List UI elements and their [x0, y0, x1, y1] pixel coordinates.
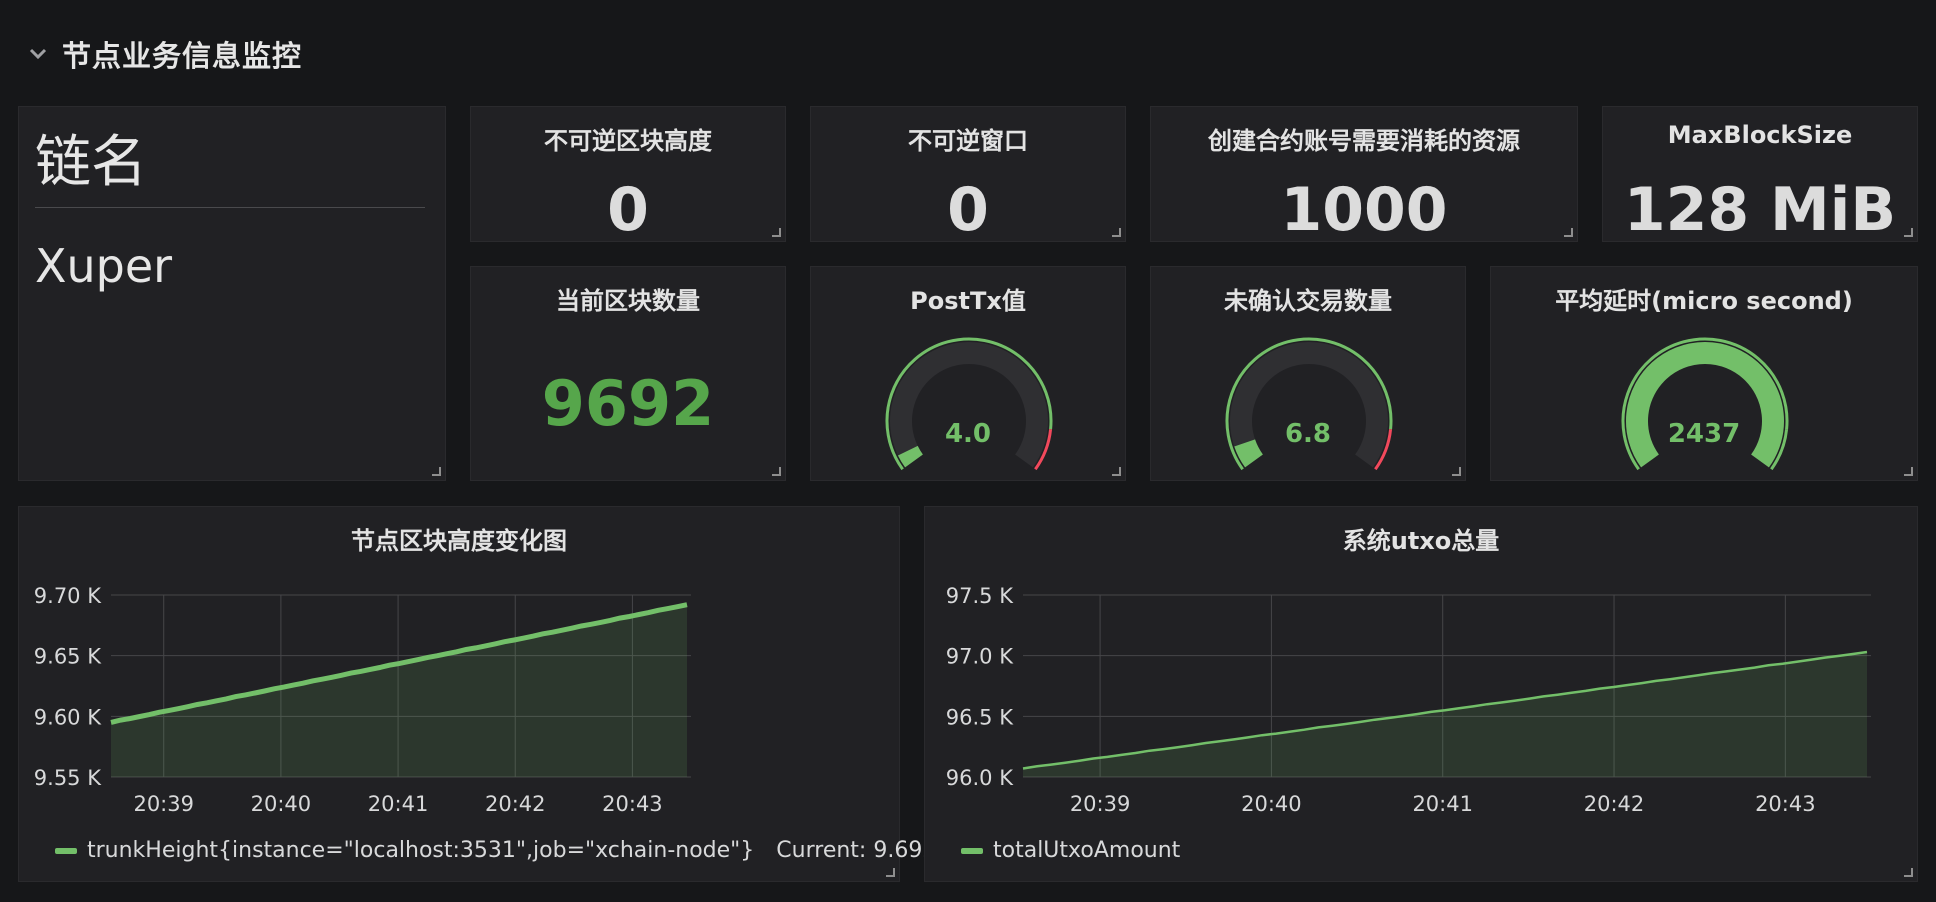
gauge-fill	[897, 445, 924, 468]
legend[interactable]: totalUtxoAmount	[961, 838, 1180, 863]
x-tick-label: 20:40	[251, 792, 312, 816]
resize-handle[interactable]	[432, 467, 441, 476]
graph-panel-block-height[interactable]: 节点区块高度变化图 9.55 K 9.60 K 9.65 K 9.70 K 20:39 2…	[18, 506, 972, 883]
stat-panel-contract-account-cost[interactable]: 创建合约账号需要消耗的资源 1000	[1150, 106, 1578, 245]
panel-title: MaxBlockSize	[1667, 121, 1853, 149]
x-tick-label: 20:43	[602, 792, 663, 816]
stat-value: 1000	[1280, 175, 1448, 245]
resize-handle[interactable]	[1564, 228, 1573, 237]
gauge	[885, 337, 1053, 471]
resize-handle[interactable]	[1904, 467, 1913, 476]
legend-swatch	[55, 847, 77, 854]
gauge-value: 2437	[1667, 419, 1741, 449]
y-tick-label: 9.70 K	[34, 584, 102, 608]
stat-panel-irreversible-height[interactable]: 不可逆区块高度 0	[470, 106, 786, 245]
chain-name-heading: 链名	[35, 130, 147, 195]
y-tick-label: 96.5 K	[946, 705, 1014, 729]
stat-value: 128 MiB	[1623, 175, 1897, 245]
panel-title: 未确认交易数量	[1224, 287, 1392, 315]
x-tick-label: 20:39	[1070, 792, 1131, 816]
stat-panel-max-block-size[interactable]: MaxBlockSize 128 MiB	[1602, 106, 1918, 245]
resize-handle[interactable]	[1112, 228, 1121, 237]
chart-svg[interactable]: 96.0 K 96.5 K 97.0 K 97.5 K 20:39 20:40 20:41 2…	[925, 507, 1919, 883]
row-header[interactable]: 节点业务信息监控	[28, 30, 302, 78]
gauge-panel-avg-latency[interactable]: 平均延时(micro second) 2437	[1490, 266, 1918, 481]
divider	[35, 207, 425, 208]
panel-title: 平均延时(micro second)	[1555, 287, 1853, 315]
chart-svg[interactable]: 9.55 K 9.60 K 9.65 K 9.70 K 20:39 20:40 20:41 2…	[19, 507, 901, 883]
gauge	[1225, 337, 1393, 471]
legend[interactable]: trunkHeight{instance="localhost:3531",jo…	[55, 838, 972, 863]
panel-title: 不可逆区块高度	[544, 127, 712, 155]
x-tick-label: 20:42	[1584, 792, 1645, 816]
gauge-panel-posttx[interactable]: PostTx值 4.0	[810, 266, 1126, 481]
chain-name-panel: 链名 Xuper	[18, 106, 446, 481]
chevron-down-icon[interactable]	[28, 44, 48, 64]
x-tick-label: 20:41	[368, 792, 429, 816]
gauge-value: 4.0	[944, 419, 992, 449]
legend-series-name[interactable]: trunkHeight{instance="localhost:3531",jo…	[87, 838, 754, 863]
stat-value: 0	[607, 175, 649, 245]
panel-title: PostTx值	[910, 287, 1026, 315]
resize-handle[interactable]	[1904, 868, 1913, 877]
x-tick-label: 20:41	[1412, 792, 1473, 816]
resize-handle[interactable]	[886, 868, 895, 877]
y-tick-label: 96.0 K	[946, 766, 1014, 790]
panel-title: 当前区块数量	[556, 287, 700, 315]
gauge-panel-unconfirmed-tx[interactable]: 未确认交易数量 6.8	[1150, 266, 1466, 481]
panel-title: 不可逆窗口	[908, 127, 1028, 155]
graph-panel-utxo-total[interactable]: 系统utxo总量 96.0 K 96.5 K 97.0 K 97.5 K 20:39 20…	[924, 506, 1918, 882]
y-tick-label: 9.60 K	[34, 705, 102, 729]
panel-title: 创建合约账号需要消耗的资源	[1208, 127, 1520, 155]
y-tick-label: 97.0 K	[946, 645, 1014, 669]
x-tick-label: 20:43	[1755, 792, 1816, 816]
stat-value: 0	[947, 175, 989, 245]
resize-handle[interactable]	[772, 228, 781, 237]
stat-value: 9692	[541, 367, 715, 440]
stat-panel-irreversible-window[interactable]: 不可逆窗口 0	[810, 106, 1126, 245]
x-tick-label: 20:40	[1241, 792, 1302, 816]
resize-handle[interactable]	[1452, 467, 1461, 476]
y-tick-label: 97.5 K	[946, 584, 1014, 608]
chain-name-value: Xuper	[35, 239, 173, 293]
resize-handle[interactable]	[1112, 467, 1121, 476]
x-tick-label: 20:39	[133, 792, 194, 816]
stat-panel-current-blocks[interactable]: 当前区块数量 9692	[470, 266, 786, 481]
legend-swatch	[961, 847, 983, 854]
y-tick-label: 9.65 K	[34, 645, 102, 669]
resize-handle[interactable]	[772, 467, 781, 476]
legend-series-name[interactable]: totalUtxoAmount	[993, 838, 1180, 863]
x-tick-label: 20:42	[485, 792, 546, 816]
series-area	[111, 604, 687, 777]
gauge-value: 6.8	[1284, 419, 1332, 449]
gauge	[1621, 337, 1789, 471]
y-tick-label: 9.55 K	[34, 766, 102, 790]
resize-handle[interactable]	[1904, 228, 1913, 237]
row-title: 节点业务信息监控	[62, 39, 303, 73]
